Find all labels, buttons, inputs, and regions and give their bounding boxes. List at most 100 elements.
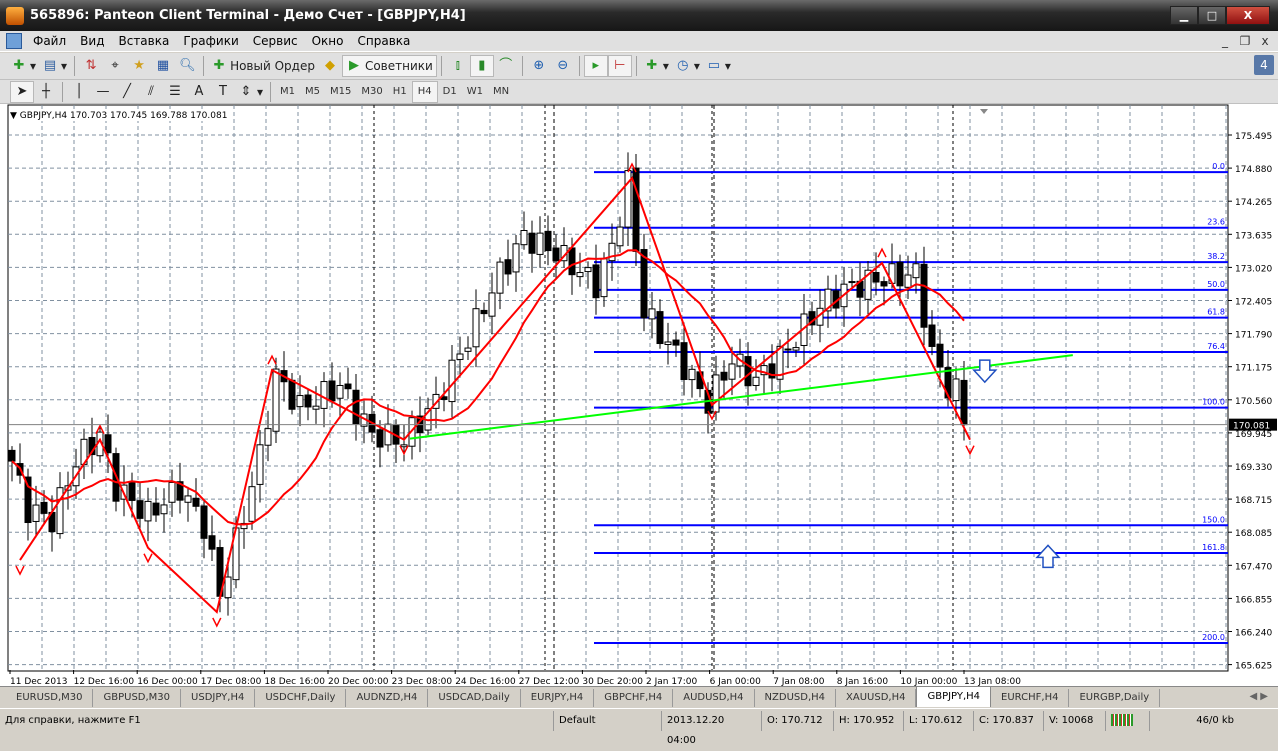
menu-view[interactable]: Вид — [73, 34, 111, 48]
status-help: Для справки, нажмите F1 — [5, 714, 141, 726]
menu-window[interactable]: Окно — [305, 34, 351, 48]
menu-charts[interactable]: Графики — [176, 34, 245, 48]
chart-tab[interactable]: USDCHF,Daily — [255, 689, 347, 707]
symbol-ohlc: GBPJPY,H4 170.703 170.745 169.788 170.08… — [19, 111, 228, 121]
tab-scroll-arrows[interactable]: ◀ ▶ — [1249, 691, 1268, 702]
menu-tools[interactable]: Сервис — [246, 34, 305, 48]
chart-window-icon[interactable] — [6, 33, 22, 49]
chart-shift-button[interactable]: ⊢ — [607, 55, 632, 77]
channel-tool[interactable]: ⫽ — [139, 81, 163, 103]
menu-file[interactable]: Файл — [26, 34, 73, 48]
templates-button[interactable]: ▭ ▾ — [703, 55, 734, 77]
mdi-close-button[interactable]: x — [1256, 32, 1274, 50]
close-button[interactable]: X — [1226, 6, 1270, 25]
menu-insert[interactable]: Вставка — [111, 34, 176, 48]
line-chart-button[interactable]: ⌒ — [494, 55, 518, 77]
timeframe-m30[interactable]: M30 — [356, 81, 387, 103]
arrows-tool[interactable]: ⇕ ▾ — [235, 81, 266, 103]
price-chart[interactable]: 175.495 174.880 174.265 173.635 173.020 172.4… — [0, 104, 1278, 686]
date-tick-label: 16 Dec 00:00 — [137, 677, 198, 686]
minimize-button[interactable]: ▁ — [1170, 6, 1198, 25]
profiles-button[interactable]: ▤ ▾ — [39, 55, 70, 77]
timeframe-h1[interactable]: H1 — [388, 81, 412, 103]
template-icon: ▭ — [707, 58, 721, 73]
candle-body — [512, 243, 520, 273]
fibonacci-level-label: 100.0 — [1202, 398, 1225, 407]
timeframe-h4[interactable]: H4 — [411, 80, 438, 103]
price-tick-label: 169.330 — [1235, 463, 1272, 473]
candle-body — [160, 504, 168, 515]
candle-body — [136, 500, 144, 519]
maximize-button[interactable]: □ — [1198, 6, 1226, 25]
candle-body — [960, 379, 968, 426]
chart-tab[interactable]: USDCAD,Daily — [428, 689, 521, 707]
bar-chart-icon: ⫾ — [455, 58, 460, 73]
status-volume: V: 10068 — [1043, 710, 1105, 731]
chart-tab[interactable]: GBPUSD,M30 — [93, 689, 182, 707]
candle-body — [264, 428, 272, 446]
status-low: L: 170.612 — [903, 710, 973, 731]
timeframe-m15[interactable]: M15 — [325, 81, 356, 103]
candle-body — [312, 405, 320, 410]
market-watch-button[interactable]: ⇅ — [79, 55, 103, 77]
timeframe-d1[interactable]: D1 — [438, 81, 462, 103]
candle-body — [664, 341, 672, 345]
timeframe-m1[interactable]: M1 — [275, 81, 300, 103]
horizontal-line-icon: — — [96, 83, 110, 99]
chart-tab[interactable]: GBPJPY,H4 — [916, 686, 992, 707]
price-tick-label: 172.405 — [1235, 298, 1272, 308]
timeframe-mn[interactable]: MN — [488, 81, 514, 103]
indicators-button[interactable]: ✚ ▾ — [641, 55, 672, 77]
chart-tab[interactable]: AUDNZD,H4 — [346, 689, 429, 707]
vertical-line-tool[interactable]: │ — [67, 81, 91, 103]
candle-body — [584, 267, 592, 273]
new-chart-button[interactable]: ✚ ▾ — [8, 55, 39, 77]
chart-tab[interactable]: USDJPY,H4 — [181, 689, 256, 707]
window-title: 565896: Panteon Client Terminal - Демо С… — [30, 8, 466, 23]
chart-tab[interactable]: EURGBP,Daily — [1069, 689, 1161, 707]
autoscroll-button[interactable]: ▸ — [583, 55, 608, 77]
timeframe-w1[interactable]: W1 — [462, 81, 488, 103]
chart-area[interactable]: 175.495 174.880 174.265 173.635 173.020 172.4… — [0, 104, 1278, 686]
terminal-button[interactable]: ▦ — [151, 55, 175, 77]
chart-tab[interactable]: EURJPY,H4 — [521, 689, 595, 707]
chart-tab[interactable]: EURCHF,H4 — [991, 689, 1070, 707]
zoom-in-button[interactable]: ⊕ — [527, 55, 551, 77]
chart-tab[interactable]: GBPCHF,H4 — [594, 689, 674, 707]
candle-body — [592, 264, 600, 299]
crosshair-tool[interactable]: ┼ — [34, 81, 58, 103]
cursor-tool[interactable]: ➤ — [10, 80, 34, 103]
chart-tab[interactable]: NZDUSD,H4 — [755, 689, 837, 707]
alert-button[interactable]: ◆ — [318, 55, 342, 77]
candle-body — [480, 309, 488, 315]
navigator-button[interactable]: ★ — [127, 55, 151, 77]
periods-button[interactable]: ◷ ▾ — [672, 55, 703, 77]
text-tool[interactable]: A — [187, 81, 211, 103]
price-tick-label: 167.470 — [1235, 562, 1272, 572]
menu-help[interactable]: Справка — [351, 34, 418, 48]
notifications-badge[interactable]: 4 — [1254, 55, 1274, 75]
chart-tab[interactable]: XAUUSD,H4 — [836, 689, 917, 707]
data-window-button[interactable]: ⌖ — [103, 55, 127, 77]
strategy-tester-button[interactable]: 🔍︎ — [175, 55, 199, 77]
fibonacci-level-label: 0.0 — [1212, 162, 1225, 171]
text-label-tool[interactable]: T — [211, 81, 235, 103]
new-order-button[interactable]: ✚ Новый Ордер — [208, 55, 318, 77]
date-tick-label: 13 Jan 08:00 — [964, 677, 1021, 686]
date-tick-label: 12 Dec 16:00 — [74, 677, 135, 686]
mdi-restore-button[interactable]: ❐ — [1236, 32, 1254, 50]
bar-chart-button[interactable]: ⫾ — [446, 55, 470, 77]
vertical-line-icon: │ — [75, 83, 83, 99]
experts-button[interactable]: ▶ Советники — [341, 55, 437, 77]
mdi-minimize-button[interactable]: _ — [1216, 32, 1234, 50]
menu-bar: Файл Вид Вставка Графики Сервис Окно Спр… — [0, 31, 1278, 52]
candlestick-button[interactable]: ▮ — [469, 55, 494, 77]
chart-tab[interactable]: EURUSD,M30 — [6, 689, 94, 707]
fibonacci-tool[interactable]: ☰ — [163, 81, 187, 103]
timeframe-m5[interactable]: M5 — [300, 81, 325, 103]
zoom-out-button[interactable]: ⊖ — [551, 55, 575, 77]
chart-tab[interactable]: AUDUSD,H4 — [673, 689, 755, 707]
zoom-out-icon: ⊖ — [557, 58, 569, 73]
horizontal-line-tool[interactable]: — — [91, 81, 115, 103]
trendline-tool[interactable]: ╱ — [115, 81, 139, 103]
